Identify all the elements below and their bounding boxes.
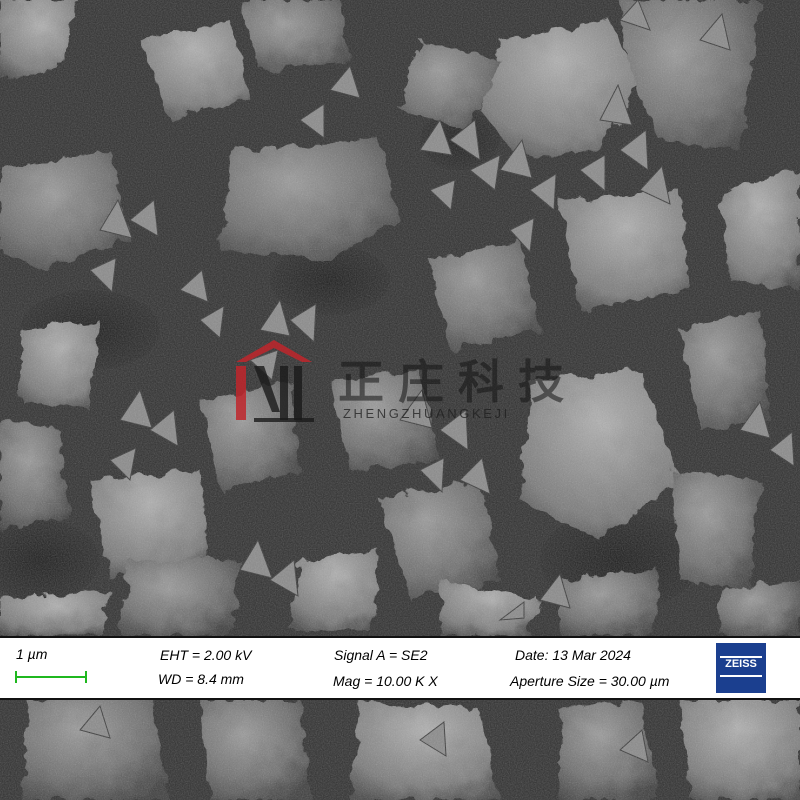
scale-bar-right-tick xyxy=(85,671,87,683)
eht-readout: EHT = 2.00 kV xyxy=(160,647,252,663)
zeiss-logo-bottom-line xyxy=(720,675,762,677)
wd-readout: WD = 8.4 mm xyxy=(158,671,244,687)
watermark-latin-text: ZHENGZHUANGKEJI xyxy=(343,406,510,421)
sem-image-frame: 正庄科技 ZHENGZHUANGKEJI 1 µm EHT = 2.00 kV … xyxy=(0,0,800,800)
watermark-chinese-text: 正庄科技 xyxy=(338,355,578,409)
signal-readout: Signal A = SE2 xyxy=(334,647,428,663)
aperture-readout: Aperture Size = 30.00 µm xyxy=(510,673,670,689)
scale-bar xyxy=(16,676,86,678)
sem-data-bar: 1 µm EHT = 2.00 kV WD = 8.4 mm Signal A … xyxy=(0,636,800,700)
date-readout: Date: 13 Mar 2024 xyxy=(515,647,631,663)
scale-bar-left-tick xyxy=(15,671,17,683)
zeiss-logo-text: ZEISS xyxy=(725,658,757,670)
scale-bar-label: 1 µm xyxy=(16,646,48,662)
mag-readout: Mag = 10.00 K X xyxy=(333,673,438,689)
